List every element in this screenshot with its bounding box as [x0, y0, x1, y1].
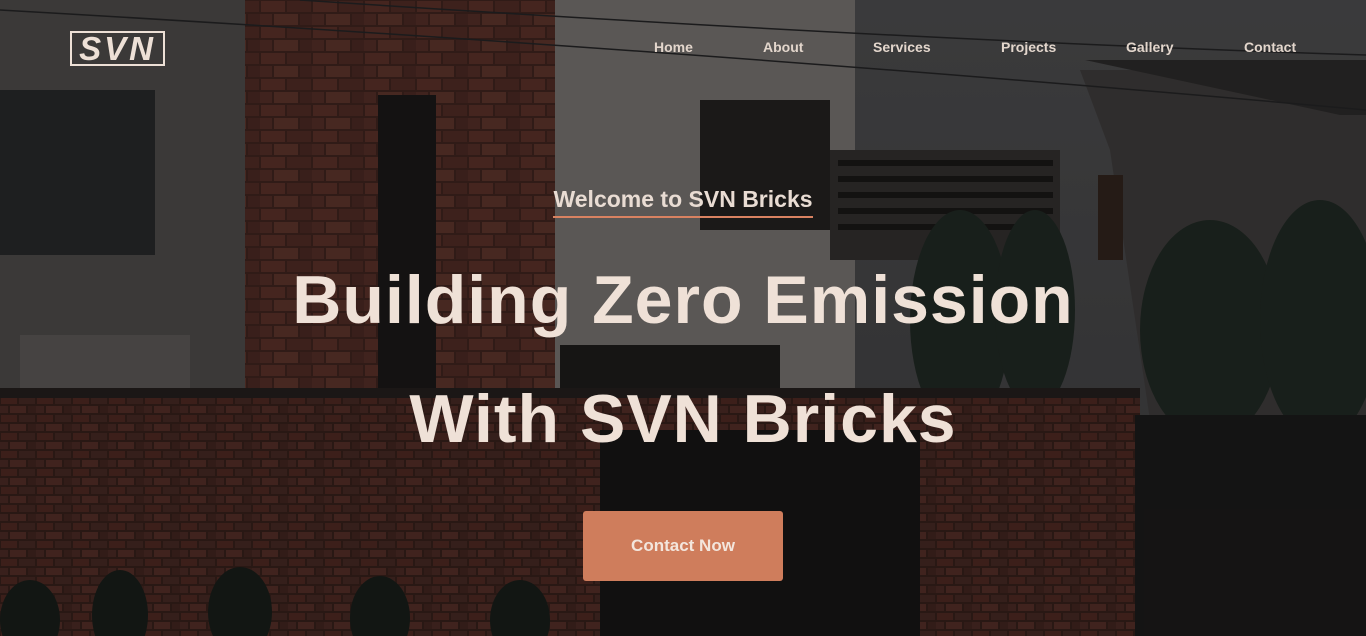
nav-link-contact[interactable]: Contact — [1244, 38, 1296, 56]
hero-eyebrow: Welcome to SVN Bricks — [0, 184, 1366, 218]
contact-now-button[interactable]: Contact Now — [583, 511, 783, 581]
nav-link-gallery[interactable]: Gallery — [1126, 38, 1173, 56]
nav-link-services[interactable]: Services — [873, 38, 931, 56]
hero-headline-line-2: With SVN Bricks — [409, 381, 957, 457]
nav-link-projects[interactable]: Projects — [1001, 38, 1056, 56]
hero-section: SVN Home About Services Projects Gallery… — [0, 0, 1366, 636]
nav-link-home[interactable]: Home — [654, 38, 693, 56]
nav-link-about[interactable]: About — [763, 38, 803, 56]
main-navigation: Home About Services Projects Gallery Con… — [0, 38, 1366, 58]
hero-headline-line-1: Building Zero Emission — [292, 262, 1074, 338]
hero-eyebrow-text: Welcome to SVN Bricks — [553, 184, 813, 218]
